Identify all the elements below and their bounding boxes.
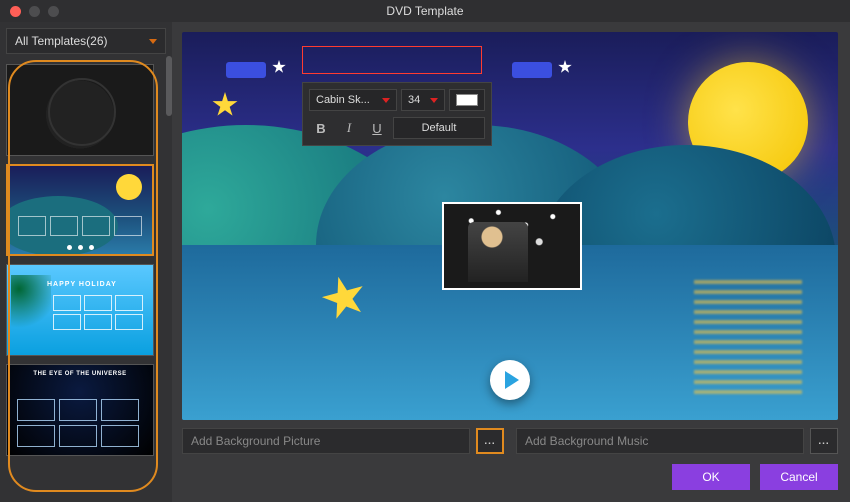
bg-picture-group: Add Background Picture ... (182, 428, 504, 454)
dialog-actions: OK Cancel (172, 464, 850, 502)
font-size-value: 34 (408, 94, 420, 106)
ok-button[interactable]: OK (672, 464, 750, 490)
font-color-swatch[interactable] (449, 89, 485, 111)
font-select[interactable]: Cabin Sk... (309, 89, 397, 111)
bold-button[interactable]: B (309, 117, 333, 139)
menu-chapter-marker[interactable] (226, 62, 266, 78)
window-title: DVD Template (0, 4, 850, 18)
template-thumb[interactable] (6, 164, 154, 256)
templates-dropdown[interactable]: All Templates(26) (6, 28, 166, 54)
window: DVD Template All Templates(26) HAPPY HOL… (0, 0, 850, 502)
underline-button[interactable]: U (365, 117, 389, 139)
main: Cabin Sk... 34 B I U (172, 22, 850, 502)
italic-button[interactable]: I (337, 117, 361, 139)
cancel-button[interactable]: Cancel (760, 464, 838, 490)
font-size-select[interactable]: 34 (401, 89, 445, 111)
template-caption: HAPPY HOLIDAY (47, 281, 117, 288)
template-thumb[interactable]: THE EYE OF THE UNIVERSE (6, 364, 154, 456)
templates-list: HAPPY HOLIDAY THE EYE OF THE UNIVERSE (6, 60, 166, 494)
chevron-down-icon (430, 98, 438, 103)
placeholder-text: Add Background Music (525, 434, 648, 448)
sidebar: All Templates(26) HAPPY HOLIDAY THE EYE … (0, 22, 172, 502)
chevron-down-icon (382, 98, 390, 103)
templates-dropdown-label: All Templates(26) (15, 34, 107, 48)
moon-reflection (694, 280, 802, 400)
template-caption: THE EYE OF THE UNIVERSE (7, 371, 153, 377)
bg-music-browse-button[interactable]: ... (810, 428, 838, 454)
chevron-down-icon (149, 39, 157, 44)
scrollbar[interactable] (166, 56, 172, 116)
bg-music-input[interactable]: Add Background Music (516, 428, 804, 454)
template-thumb[interactable]: HAPPY HOLIDAY (6, 264, 154, 356)
default-button[interactable]: Default (393, 117, 485, 139)
video-thumbnail[interactable] (442, 202, 582, 290)
bg-picture-input[interactable]: Add Background Picture (182, 428, 470, 454)
preview-area: Cabin Sk... 34 B I U (172, 22, 850, 428)
font-select-value: Cabin Sk... (316, 94, 370, 106)
placeholder-text: Add Background Picture (191, 434, 320, 448)
titlebar: DVD Template (0, 0, 850, 22)
bg-picture-browse-button[interactable]: ... (476, 428, 504, 454)
menu-chapter-marker[interactable] (512, 62, 552, 78)
play-button[interactable] (490, 360, 530, 400)
bg-music-group: Add Background Music ... (516, 428, 838, 454)
template-thumb[interactable] (6, 64, 154, 156)
title-text-selection[interactable] (302, 46, 482, 74)
body: All Templates(26) HAPPY HOLIDAY THE EYE … (0, 22, 850, 502)
background-inputs: Add Background Picture ... Add Backgroun… (172, 428, 850, 464)
preview-canvas[interactable]: Cabin Sk... 34 B I U (182, 32, 838, 420)
text-format-panel: Cabin Sk... 34 B I U (302, 82, 492, 146)
